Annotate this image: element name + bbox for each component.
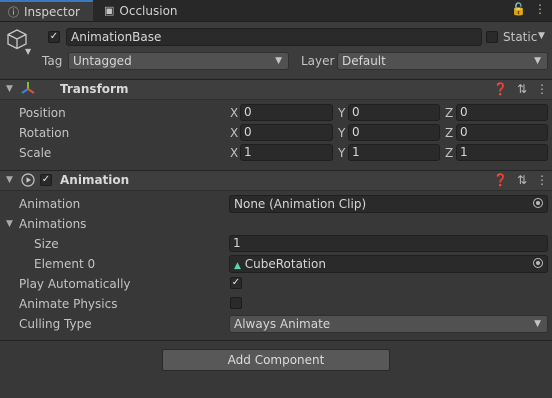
position-label: Position [19, 106, 66, 120]
element0-label: Element 0 [34, 257, 96, 271]
transform-foldout-icon[interactable]: ▼ [6, 84, 13, 94]
lock-icon[interactable]: 🔓 [511, 2, 526, 16]
play-automatically-label: Play Automatically [19, 277, 131, 291]
transform-title: Transform [60, 82, 129, 96]
axis-y-label: Y [338, 126, 346, 140]
occlusion-icon: ▣ [104, 4, 115, 17]
tab-occlusion-label: Occlusion [119, 3, 178, 18]
tag-label: Tag [42, 54, 63, 68]
add-component-button[interactable]: Add Component [162, 349, 390, 371]
animation-clip-icon: ▲ [234, 261, 241, 271]
tab-occlusion[interactable]: ▣ Occlusion [96, 0, 196, 21]
layer-label: Layer [301, 54, 335, 68]
animation-clip-field[interactable]: None (Animation Clip) [229, 195, 548, 213]
animations-foldout-icon[interactable]: ▼ [6, 219, 13, 229]
more-options-icon[interactable]: ⋮ [534, 2, 546, 16]
help-icon[interactable]: ❓ [493, 173, 508, 187]
scale-z-field[interactable]: 1 [456, 144, 548, 161]
axis-z-label: Z [445, 146, 454, 160]
rotation-x-field[interactable]: 0 [240, 124, 333, 141]
animation-clip-label: Animation [19, 197, 81, 211]
animation-foldout-icon[interactable]: ▼ [6, 175, 13, 185]
animate-physics-label: Animate Physics [19, 297, 118, 311]
axis-x-label: X [230, 146, 239, 160]
tab-bar-icons: 🔓 ⋮ [511, 2, 546, 16]
object-picker-icon[interactable] [533, 258, 543, 268]
culling-type-label: Culling Type [19, 317, 92, 331]
element0-value: CubeRotation [244, 257, 326, 271]
transform-header-icons: ❓ ⇅ ⋮ [493, 82, 548, 96]
size-field[interactable]: 1 [229, 235, 548, 252]
chevron-down-icon: ▼ [534, 56, 541, 66]
tab-inspector-label: Inspector [24, 4, 80, 19]
play-automatically-checkbox[interactable]: ✓ [230, 277, 242, 289]
more-options-icon[interactable]: ⋮ [536, 173, 548, 187]
transform-axes-icon [21, 82, 35, 94]
animation-title: Animation [60, 173, 130, 187]
animate-physics-checkbox[interactable] [230, 297, 242, 309]
object-picker-icon[interactable] [533, 198, 543, 208]
axis-x-label: X [230, 106, 239, 120]
static-checkbox[interactable] [486, 31, 498, 43]
rotation-y-field[interactable]: 0 [348, 124, 440, 141]
scale-label: Scale [19, 146, 52, 160]
info-icon: ⓘ [8, 5, 19, 19]
scale-x-field[interactable]: 1 [240, 144, 333, 161]
animation-clip-value: None (Animation Clip) [234, 197, 367, 211]
icon-dropdown-arrow-icon[interactable]: ▼ [25, 47, 31, 56]
axis-y-label: Y [338, 106, 346, 120]
chevron-down-icon: ▼ [534, 319, 541, 329]
position-z-field[interactable]: 0 [456, 104, 548, 121]
presets-icon[interactable]: ⇅ [517, 173, 527, 187]
help-icon[interactable]: ❓ [493, 82, 508, 96]
layer-dropdown[interactable]: Default ▼ [337, 52, 548, 70]
position-x-field[interactable]: 0 [240, 104, 333, 121]
tab-inspector[interactable]: ⓘ Inspector [0, 0, 93, 21]
axis-y-label: Y [338, 146, 346, 160]
axis-z-label: Z [445, 126, 454, 140]
culling-type-dropdown[interactable]: Always Animate ▼ [229, 315, 548, 333]
presets-icon[interactable]: ⇅ [517, 82, 527, 96]
tag-dropdown[interactable]: Untagged ▼ [68, 52, 289, 70]
element0-field[interactable]: ▲ CubeRotation [229, 255, 548, 273]
animation-component-icon [21, 173, 35, 187]
animations-label: Animations [19, 217, 87, 231]
axis-x-label: X [230, 126, 239, 140]
static-dropdown-arrow-icon[interactable]: ▼ [538, 31, 545, 41]
more-options-icon[interactable]: ⋮ [536, 82, 548, 96]
rotation-z-field[interactable]: 0 [456, 124, 548, 141]
chevron-down-icon: ▼ [275, 56, 282, 66]
component-divider [0, 340, 552, 341]
static-label: Static [503, 30, 538, 44]
axis-z-label: Z [445, 106, 454, 120]
size-label: Size [34, 237, 59, 251]
layer-value: Default [342, 54, 386, 68]
animation-header-icons: ❓ ⇅ ⋮ [493, 173, 548, 187]
gameobject-active-checkbox[interactable]: ✓ [48, 31, 60, 43]
position-y-field[interactable]: 0 [348, 104, 440, 121]
scale-y-field[interactable]: 1 [348, 144, 440, 161]
tag-value: Untagged [73, 54, 132, 68]
gameobject-name-field[interactable]: AnimationBase [66, 28, 482, 46]
rotation-label: Rotation [19, 126, 70, 140]
animation-enabled-checkbox[interactable]: ✓ [40, 174, 52, 186]
culling-type-value: Always Animate [234, 317, 331, 331]
